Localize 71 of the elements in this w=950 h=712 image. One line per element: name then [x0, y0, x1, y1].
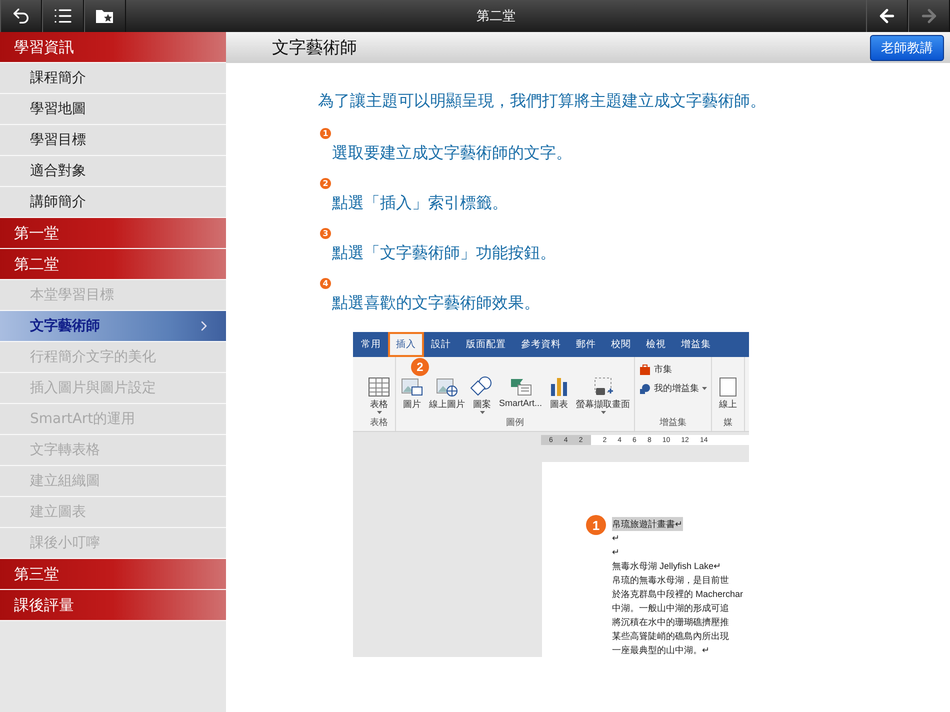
forward-arrow-icon — [919, 6, 939, 26]
picture-globe-icon — [435, 376, 459, 398]
ribbon-button[interactable]: 線上圖片 — [429, 376, 465, 412]
step-text: 點選「文字藝術師」功能按鈕。 — [332, 243, 557, 264]
step-marker: 3 — [320, 228, 331, 239]
ribbon-tab[interactable]: 常用 — [355, 334, 387, 356]
ribbon-tab[interactable]: 版面配置 — [460, 334, 512, 356]
sidebar-item[interactable]: 學習地圖 — [0, 94, 226, 125]
group-label: 媒 — [722, 416, 734, 430]
ribbon-button[interactable]: 市集 — [639, 363, 708, 376]
ribbon-tab[interactable]: 參考資料 — [515, 334, 567, 356]
sidebar-section[interactable]: 學習資訊 — [0, 32, 226, 63]
page-title: 文字藝術師 — [272, 37, 357, 59]
document-line: ↵ — [612, 532, 620, 545]
sidebar-section[interactable]: 第二堂 — [0, 249, 226, 280]
undo-icon — [11, 6, 31, 26]
step-text: 點選喜歡的文字藝術師效果。 — [332, 293, 541, 314]
document-line: ↵ — [612, 546, 620, 559]
ribbon-button[interactable]: 線上 — [716, 376, 740, 412]
group-label: 圖例 — [505, 416, 525, 430]
ribbon-button[interactable]: 圖表 — [547, 376, 572, 412]
caret-icon — [600, 411, 606, 414]
sidebar-item[interactable]: 講師簡介 — [0, 187, 226, 218]
picture-icon — [400, 376, 424, 398]
folder-star-icon — [95, 7, 115, 25]
intro-text: 為了讓主題可以明顯呈現，我們打算將主題建立成文字藝術師。 — [318, 91, 767, 112]
table-icon — [367, 376, 391, 398]
step-marker: 2 — [320, 178, 331, 189]
teacher-button[interactable]: 老師教講 — [870, 34, 944, 60]
ribbon-button[interactable]: 圖案 — [470, 376, 494, 414]
document-line: 將沉積在水中的珊瑚礁擠壓推 — [612, 616, 729, 629]
caret-icon — [702, 387, 708, 390]
step-marker: 1 — [320, 128, 331, 139]
group-label: 表格 — [369, 416, 389, 430]
document-line: 中湖。一般山中湖的形成可追 — [612, 602, 729, 615]
document-line: 某些高聳陡峭的礁島內所出現 — [612, 630, 729, 643]
ribbon-button[interactable]: 圖片 — [400, 376, 424, 412]
document-line: 一座最典型的山中湖。↵ — [612, 644, 710, 657]
caret-icon — [376, 411, 382, 414]
step-text: 點選「插入」索引標籤。 — [332, 193, 509, 214]
sidebar-section[interactable]: 課後評量 — [0, 590, 226, 621]
back-arrow-icon — [877, 6, 897, 26]
sidebar-item[interactable]: 學習目標 — [0, 125, 226, 156]
document-line: 無毒水母湖 Jellyfish Lake↵ — [612, 560, 722, 573]
step-marker: 4 — [320, 278, 331, 289]
step-callout: 1 — [586, 515, 606, 535]
group-label: 增益集 — [658, 416, 688, 430]
document-line: 帛琉的無毒水母湖，是目前世 — [612, 574, 729, 587]
ribbon-tab[interactable]: 設計 — [425, 334, 457, 356]
ribbon-button[interactable]: 螢幕擷取畫面 — [576, 376, 630, 414]
step-text: 選取要建立成文字藝術師的文字。 — [332, 143, 573, 164]
smartart-icon — [508, 376, 532, 398]
window-title: 第二堂 — [476, 8, 516, 26]
sidebar-item[interactable]: 適合對象 — [0, 156, 226, 187]
sidebar-item[interactable]: 課程簡介 — [0, 63, 226, 94]
ribbon-button[interactable]: 表格 — [367, 376, 391, 414]
puzzle-icon — [639, 382, 652, 395]
document-line: 於洛克群島中段裡的 Macherchar — [612, 588, 744, 601]
ribbon-tab[interactable]: 插入 — [390, 334, 422, 356]
sidebar-item[interactable]: 文字藝術師 — [0, 311, 226, 342]
ribbon-tab[interactable]: 增益集 — [675, 334, 717, 356]
bag-icon — [639, 364, 652, 376]
ribbon-tab[interactable]: 郵件 — [570, 334, 602, 356]
ribbon-button[interactable]: 我的增益集 — [639, 382, 708, 396]
ribbon-button[interactable]: SmartArt... — [499, 376, 542, 408]
ribbon-tab[interactable]: 校閱 — [605, 334, 637, 356]
sidebar-section[interactable]: 第三堂 — [0, 559, 226, 590]
shapes-icon — [470, 376, 494, 398]
sidebar-section[interactable]: 第一堂 — [0, 218, 226, 249]
ribbon-tab[interactable]: 檢視 — [640, 334, 672, 356]
caret-icon — [480, 411, 484, 414]
